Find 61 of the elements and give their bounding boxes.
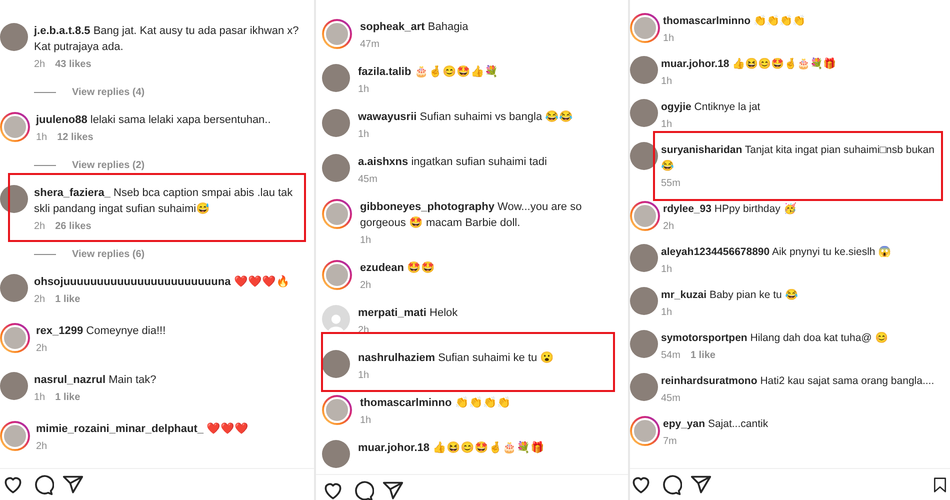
- comment-time: 1h: [358, 128, 370, 142]
- comment-time: 7m: [663, 435, 677, 449]
- comment-time: 2h: [34, 220, 46, 234]
- comment-text: gibboneyes_photography Wow...you are so gorgeous 🤩 macam Barbie doll.: [360, 200, 583, 231]
- likes-count[interactable]: 26 likes: [55, 220, 92, 234]
- comment-text: mimie_rozaini_minar_delphaut_ ❤❤❤: [36, 422, 250, 437]
- comment-time: 1h: [661, 75, 672, 89]
- comment-time: 1h: [360, 414, 372, 428]
- comment-time: 2h: [36, 342, 48, 356]
- comment-text: reinhardsuratmono Hati2 kau sajat sama orang bangla....: [661, 374, 936, 389]
- comment-time: 1h: [34, 391, 46, 405]
- comment-time: 1h: [661, 306, 672, 320]
- comment-time: 2h: [663, 220, 674, 234]
- comment-text: ezudean 🤩🤩: [360, 260, 436, 276]
- comment-time: 45m: [661, 392, 680, 406]
- comment-text: ogyjie Cntiknye la jat: [661, 100, 762, 115]
- view-replies-link[interactable]: View replies (2): [72, 158, 145, 172]
- likes-count[interactable]: 43 likes: [55, 58, 92, 72]
- comment-text: shera_faziera_ Nseb bca caption smpai abis .lau tak skli pandang ingat sufian suhaimi😅: [34, 186, 294, 217]
- comment-text: thomascarlminno 👏👏👏👏: [360, 396, 512, 411]
- comment-time: 55m: [661, 177, 680, 191]
- comment-time: 1h: [360, 234, 372, 248]
- comment-text: aleyah1234456678890 Aik pnynyi tu ke.sieslh 😱: [661, 245, 892, 260]
- comment-text: nashrulhaziem Sufian suhaimi ke tu 😮: [358, 350, 556, 366]
- comment-time: 1h: [661, 263, 672, 277]
- likes-count[interactable]: 1 like: [55, 293, 80, 307]
- likes-count[interactable]: 1 like: [55, 391, 80, 405]
- comment-time: 54m: [661, 349, 680, 363]
- comment-text: juuleno88 lelaki sama lelaki xapa bersentuhan..: [36, 113, 272, 128]
- comment-time: 47m: [360, 38, 380, 52]
- comment-time: 1h: [358, 83, 370, 97]
- comment-time: 45m: [358, 173, 378, 187]
- comment-time: 2h: [36, 440, 48, 454]
- comment-text: rdylee_93 HPpy birthday 🥳: [663, 202, 798, 217]
- comment-text: j.e.b.a.t.8.5 Bang jat. Kat ausy tu ada pasar ikhwan x? Kat putrajaya ada.: [34, 24, 300, 55]
- comment-text: suryanisharidan Tanjat kita ingat pian suhaimi□nsb bukan😂: [661, 143, 936, 174]
- likes-count[interactable]: 1 like: [690, 349, 716, 363]
- comment-text: muar.johor.18 👍😆😊🤩🤞🎂💐🎁: [661, 56, 838, 72]
- comment-text: nasrul_nazrul Main tak?: [34, 373, 158, 388]
- view-replies-link[interactable]: View replies (4): [72, 84, 145, 100]
- comment-time: 2h: [360, 279, 372, 293]
- comment-time: 2h: [34, 293, 46, 307]
- comment-text: mr_kuzai Baby pian ke tu 😂: [661, 288, 799, 303]
- comment-text: merpati_mati Helok: [358, 306, 459, 321]
- comment-text: sopheak_art Bahagia: [360, 20, 470, 35]
- comment-text: fazila.talib 🎂🤞😊🤩👍💐: [358, 64, 500, 80]
- comment-text: rex_1299 Comeynye dia!!!: [36, 324, 167, 339]
- likes-count[interactable]: 12 likes: [57, 131, 94, 145]
- comment-text: ohsojuuuuuuuuuuuuuuuuuuuuuuuna ❤❤❤🔥: [34, 274, 291, 290]
- comment-text: thomascarlminno 👏👏👏👏: [663, 14, 806, 29]
- comment-text: a.aishxns ingatkan sufian suhaimi tadi: [358, 155, 548, 170]
- comment-time: 2h: [34, 58, 46, 72]
- comment-text: epy_yan Sajat...cantik: [663, 417, 770, 432]
- comment-text: muar.johor.18 👍😆😊🤩🤞🎂💐🎁: [358, 440, 546, 456]
- comment-time: 1h: [36, 131, 48, 145]
- comment-text: wawayusrii Sufian suhaimi vs bangla 😂😂: [358, 110, 574, 125]
- comment-time: 1h: [358, 369, 370, 383]
- comment-time: 1h: [661, 118, 672, 132]
- view-replies-link[interactable]: View replies (6): [72, 246, 145, 262]
- comment-time: 1h: [663, 32, 674, 46]
- comment-text: symotorsportpen Hilang dah doa kat tuha@ 😊: [661, 331, 889, 346]
